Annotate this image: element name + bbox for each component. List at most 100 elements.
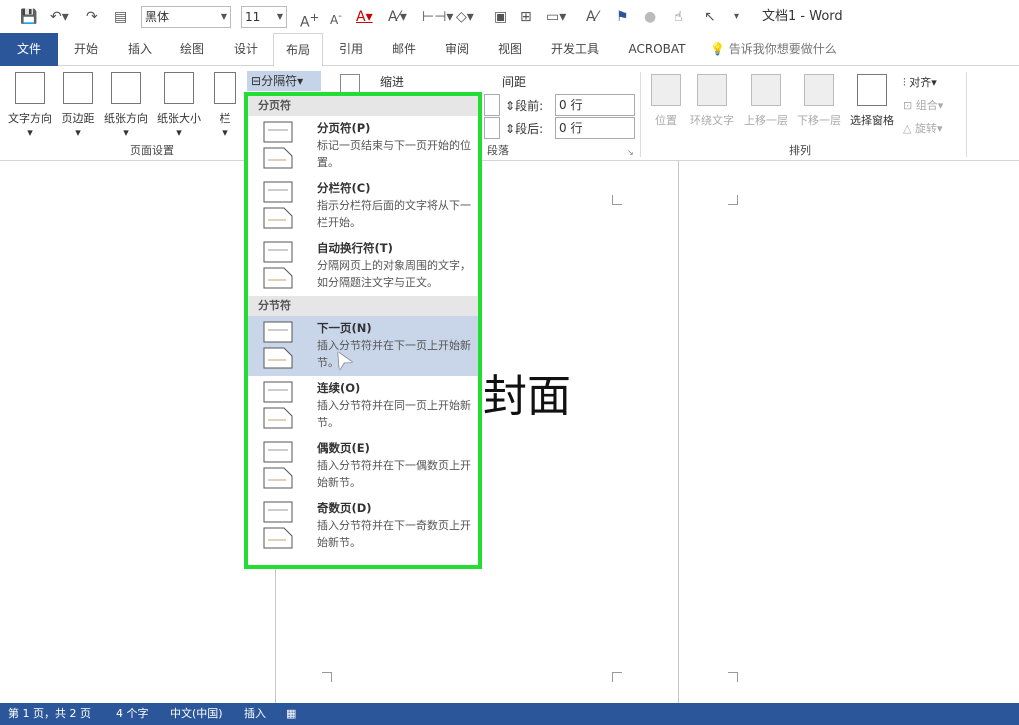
tab-home[interactable]: 开始 <box>62 33 110 66</box>
indent-left-spinner[interactable] <box>484 94 500 116</box>
word-count[interactable]: 4 个字 <box>116 703 149 725</box>
space-before-input[interactable]: 0 行 <box>555 94 635 116</box>
menu-item-description: 标记一页结束与下一页开始的位置。 <box>317 139 471 169</box>
undo-icon[interactable]: ↶▾ <box>50 7 69 27</box>
indent-right-spinner[interactable] <box>484 117 500 139</box>
format-painter-icon[interactable]: A⁄ <box>586 7 598 27</box>
page-break-icon <box>263 121 293 169</box>
save-icon[interactable]: 💾 <box>20 7 37 27</box>
menu-item[interactable]: 下一页(N) 插入分节符并在下一页上开始新节。 <box>248 316 478 376</box>
redo-icon[interactable]: ↷ <box>86 7 98 27</box>
font-color-icon[interactable]: A▾ <box>356 7 373 27</box>
dialog-launcher-icon[interactable]: ↘ <box>627 148 634 157</box>
tab-developer[interactable]: 开发工具 <box>544 33 606 66</box>
divider <box>966 72 967 157</box>
odd-page-icon <box>263 501 293 549</box>
text-direction-button[interactable]: 文字方向 ▾ <box>4 72 56 139</box>
shapes-icon[interactable]: ◇▾ <box>456 7 474 27</box>
menu-item[interactable]: 自动换行符(T) 分隔网页上的对象周围的文字，如分隔题注文字与正文。 <box>248 236 478 296</box>
group-label-arrange: 排列 <box>789 144 811 157</box>
size-button[interactable]: 纸张大小 ▾ <box>153 72 205 139</box>
wrap-text-button[interactable]: 环绕文字 <box>686 74 738 128</box>
label: 位置 <box>655 114 677 127</box>
macro-icon[interactable]: ▦ <box>286 703 296 725</box>
insert-mode[interactable]: 插入 <box>244 703 266 725</box>
form-icon[interactable]: ▭▾ <box>546 7 566 27</box>
tell-me-search[interactable]: 💡 告诉我你想要做什么 <box>710 33 850 66</box>
tab-draw[interactable]: 绘图 <box>168 33 216 66</box>
menu-item-title: 奇数页(D) <box>317 501 372 515</box>
menu-section-header: 分页符 <box>248 96 478 116</box>
send-backward-icon <box>804 74 834 106</box>
label: 旋转 <box>914 122 937 135</box>
cover-title[interactable]: 封面 <box>483 360 571 424</box>
rotate-button[interactable]: △ 旋转▾ <box>903 120 943 136</box>
group-button[interactable]: ⊡ 组合▾ <box>903 97 943 113</box>
grow-font-icon[interactable]: A+ <box>300 7 319 31</box>
tab-view[interactable]: 视图 <box>486 33 534 66</box>
selection-pane-button[interactable]: 选择窗格 <box>846 74 898 128</box>
orientation-icon <box>111 72 141 104</box>
language[interactable]: 中文(中国) <box>170 703 223 725</box>
font-name-combo[interactable]: 黑体 ▼ <box>141 6 231 28</box>
page-count[interactable]: 第 1 页，共 2 页 <box>8 703 91 725</box>
menu-item[interactable]: 奇数页(D) 插入分节符并在下一奇数页上开始新节。 <box>248 496 478 556</box>
tab-references[interactable]: 引用 <box>327 33 375 66</box>
textbox-icon[interactable]: ▣ <box>494 7 507 27</box>
tab-acrobat[interactable]: ACROBAT <box>622 33 692 66</box>
touch-icon[interactable]: ☝ <box>674 7 683 27</box>
margin-mark <box>322 672 332 682</box>
send-backward-button[interactable]: 下移一层 <box>793 74 845 128</box>
table-icon[interactable]: ⊞ <box>520 7 532 27</box>
menu-item[interactable]: 偶数页(E) 插入分节符并在下一偶数页上开始新节。 <box>248 436 478 496</box>
label: 分隔符 <box>261 74 298 88</box>
page-edge <box>678 161 679 703</box>
font-size-combo[interactable]: 11 ▼ <box>241 6 287 28</box>
document-area[interactable] <box>0 161 1019 703</box>
menu-item-description: 插入分节符并在下一奇数页上开始新节。 <box>317 519 471 549</box>
label: 页边距 <box>61 112 95 125</box>
tell-me-text: 告诉我你想要做什么 <box>728 42 837 56</box>
text-wrapping-break-icon <box>263 241 293 289</box>
customize-icon[interactable]: ▾ <box>734 7 739 27</box>
tab-file[interactable]: 文件 <box>0 33 58 66</box>
column-break-icon <box>263 181 293 229</box>
breaks-icon[interactable]: ⊢⊣▾ <box>422 7 453 27</box>
menu-item[interactable]: 分页符(P) 标记一页结束与下一页开始的位置。 <box>248 116 478 176</box>
tab-layout[interactable]: 布局 <box>273 33 323 67</box>
highlight-icon[interactable]: A⁄▾ <box>388 7 407 27</box>
menu-item-title: 偶数页(E) <box>317 441 370 455</box>
group-label-page-setup: 页面设置 <box>130 144 174 157</box>
tab-insert[interactable]: 插入 <box>116 33 164 66</box>
status-bar: 第 1 页，共 2 页 4 个字 中文(中国) 插入 ▦ <box>0 703 1019 725</box>
bring-forward-button[interactable]: 上移一层 <box>740 74 792 128</box>
circle-icon[interactable]: ● <box>644 7 656 27</box>
flag-icon[interactable]: ⚑ <box>616 7 629 27</box>
pointer-icon[interactable]: ↖ <box>704 7 716 27</box>
lightbulb-icon: 💡 <box>710 42 725 56</box>
indent-label: 缩进 <box>380 75 405 89</box>
font-name-value: 黑体 <box>145 10 170 24</box>
orientation-button[interactable]: 纸张方向 ▾ <box>100 72 152 139</box>
menu-item[interactable]: 分栏符(C) 指示分栏符后面的文字将从下一栏开始。 <box>248 176 478 236</box>
print-layout-icon[interactable]: ▤ <box>114 7 127 27</box>
menu-section-header: 分节符 <box>248 296 478 316</box>
columns-button[interactable]: 栏 ▾ <box>210 72 240 139</box>
tab-mailings[interactable]: 邮件 <box>380 33 428 66</box>
margins-button[interactable]: 页边距 ▾ <box>58 72 98 139</box>
position-button[interactable]: 位置 <box>648 74 684 128</box>
breaks-icon: ⊟ <box>251 74 262 88</box>
menu-item-title: 连续(O) <box>317 381 361 395</box>
text: 段后: <box>515 122 544 136</box>
breaks-button[interactable]: ⊟分隔符▾ <box>247 71 321 91</box>
tab-review[interactable]: 审阅 <box>433 33 481 66</box>
menu-item-title: 分页符(P) <box>317 121 371 135</box>
menu-item-description: 分隔网页上的对象周围的文字，如分隔题注文字与正文。 <box>317 259 471 289</box>
menu-item-description: 插入分节符并在下一偶数页上开始新节。 <box>317 459 471 489</box>
shrink-font-icon[interactable]: A- <box>330 7 342 27</box>
tab-design[interactable]: 设计 <box>222 33 270 66</box>
menu-item[interactable]: 连续(O) 插入分节符并在同一页上开始新节。 <box>248 376 478 436</box>
space-after-input[interactable]: 0 行 <box>555 117 635 139</box>
align-button[interactable]: ⫶ 对齐▾ <box>903 74 937 90</box>
group-label-paragraph: 段落 <box>487 144 509 157</box>
